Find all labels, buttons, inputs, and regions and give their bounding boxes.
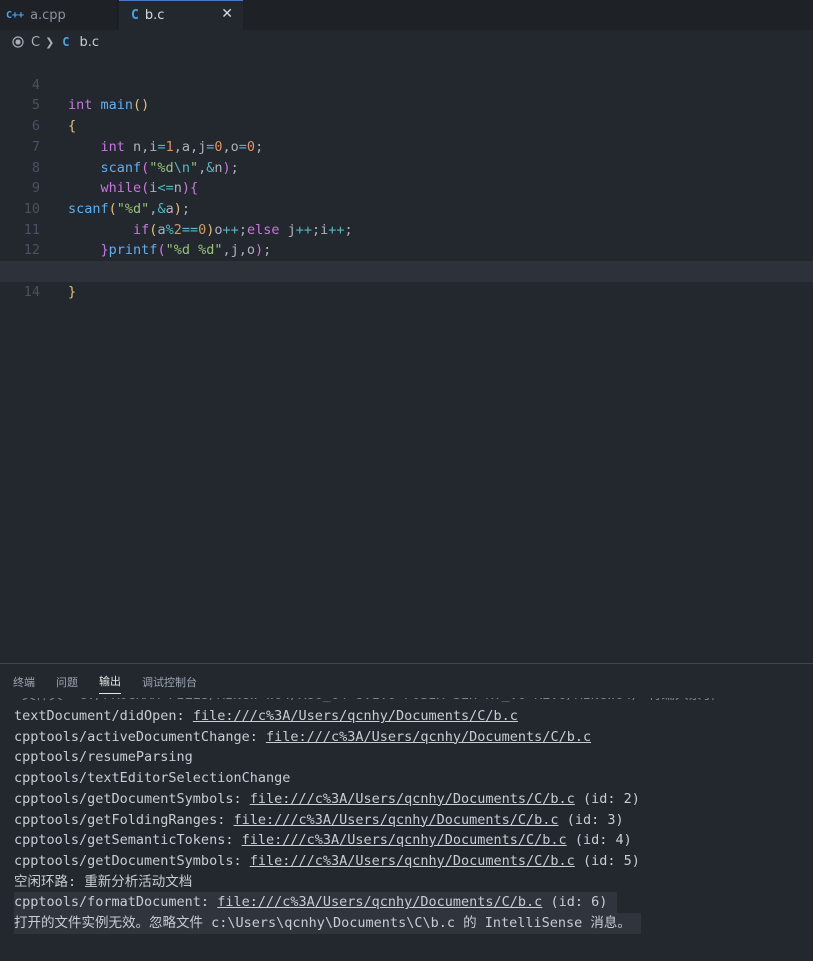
tab-b-c[interactable]: C b.c ✕ xyxy=(119,0,243,30)
code-editor[interactable]: 4 int main() 5 { 6 int n,i=1,a,j=0,o=0; … xyxy=(0,54,813,663)
code-line: 13 } xyxy=(0,240,813,300)
code-line: 8 while(i<=n){ xyxy=(0,137,813,197)
output-line-text: cpptools/activeDocumentChange: xyxy=(14,728,266,745)
line-code: } xyxy=(68,283,77,300)
output-line: cpptools/getDocumentSymbols: file:///c%3… xyxy=(14,789,640,810)
code-line: 4 int main() xyxy=(0,54,813,114)
output-file-link[interactable]: file:///c%3A/Users/qcnhy/Documents/C/b.c xyxy=(266,729,591,745)
line-number: 14 xyxy=(23,283,40,300)
chevron-right-icon: ❯ xyxy=(45,35,55,49)
breadcrumb-file[interactable]: b.c xyxy=(80,35,100,50)
output-line: cpptools/resumeParsing xyxy=(14,747,193,768)
output-line: cpptools/formatDocument: file:///c%3A/Us… xyxy=(14,892,618,914)
output-panel[interactable]: "文件夹" c:/PROGRAM FILES/MINGW-W64/X86_64-… xyxy=(0,698,813,961)
output-file-link[interactable]: file:///c%3A/Users/qcnhy/Documents/C/b.c xyxy=(193,708,518,724)
cpp-file-icon: C++ xyxy=(6,9,25,21)
code-line: 9 scanf("%d",&a); xyxy=(0,158,813,217)
code-line: 7 scanf("%d\n",&n); xyxy=(0,116,813,176)
c-file-icon: C xyxy=(131,8,139,23)
output-line-text: cpptools/resumeParsing xyxy=(14,749,193,766)
tab-output[interactable]: 输出 xyxy=(99,669,121,694)
output-line-text: textDocument/didOpen: xyxy=(14,708,193,724)
tab-problems[interactable]: 问题 xyxy=(56,670,78,694)
output-line: textDocument/didOpen: file:///c%3A/Users… xyxy=(14,706,518,727)
code-line: 12 return 0; xyxy=(0,220,813,279)
output-line-text: 打开的文件实例无效。忽略文件 c:\Users\qcnhy\Documents\… xyxy=(14,915,631,931)
code-line-current: 14 xyxy=(0,261,813,300)
output-line: cpptools/textEditorSelectionChange xyxy=(14,768,290,789)
code-line: 6 int n,i=1,a,j=0,o=0; xyxy=(0,95,813,155)
c-file-icon: C xyxy=(62,35,70,49)
output-line: "文件夹" c:/PROGRAM FILES/MINGW-W64/X86_64-… xyxy=(14,698,715,706)
output-line: cpptools/activeDocumentChange: file:///c… xyxy=(14,727,591,748)
output-line: 打开的文件实例无效。忽略文件 c:\Users\qcnhy\Documents\… xyxy=(14,913,641,934)
output-line-text: cpptools/getDocumentSymbols: xyxy=(14,790,250,807)
tab-debug-console[interactable]: 调试控制台 xyxy=(142,670,197,694)
tab-terminal[interactable]: 终端 xyxy=(13,670,35,694)
output-file-link[interactable]: file:///c%3A/Users/qcnhy/Documents/C/b.c xyxy=(217,894,542,910)
output-file-link[interactable]: file:///c%3A/Users/qcnhy/Documents/C/b.c xyxy=(250,791,575,807)
output-line-text: cpptools/getDocumentSymbols: xyxy=(14,852,250,869)
output-line-suffix: (id: 6) xyxy=(542,894,608,911)
output-line-text: cpptools/textEditorSelectionChange xyxy=(14,770,291,787)
output-line: cpptools/getFoldingRanges: file:///c%3A/… xyxy=(14,810,624,831)
tab-a-cpp[interactable]: C++ a.cpp xyxy=(0,0,118,30)
target-icon xyxy=(12,36,24,48)
output-line-text: cpptools/formatDocument: xyxy=(14,894,218,911)
output-line-text: cpptools/getSemanticTokens: xyxy=(14,832,242,849)
close-icon[interactable]: ✕ xyxy=(221,6,233,22)
tab-label: a.cpp xyxy=(30,7,66,23)
breadcrumb: C ❯ C b.c xyxy=(0,31,813,53)
output-line-suffix: (id: 2) xyxy=(574,790,640,807)
code-line: 11 }printf("%d %d",j,o); xyxy=(0,199,813,259)
output-line: 空闲环路: 重新分析活动文档 xyxy=(14,872,192,893)
code-line: 10 if(a%2==0)o++;else j++;i++; xyxy=(0,178,813,238)
tab-label: b.c xyxy=(144,8,165,23)
output-line-suffix: (id: 4) xyxy=(566,832,632,849)
output-line-suffix: (id: 3) xyxy=(558,811,624,828)
output-line-text: 空闲环路: 重新分析活动文档 xyxy=(14,873,193,890)
output-file-link[interactable]: file:///c%3A/Users/qcnhy/Documents/C/b.c xyxy=(250,853,575,869)
output-file-link[interactable]: file:///c%3A/Users/qcnhy/Documents/C/b.c xyxy=(242,832,567,848)
output-line: cpptools/getDocumentSymbols: file:///c%3… xyxy=(14,851,640,872)
output-file-link[interactable]: file:///c%3A/Users/qcnhy/Documents/C/b.c xyxy=(233,812,558,828)
editor-tab-bar: C++ a.cpp C b.c ✕ xyxy=(0,0,813,30)
breadcrumb-folder[interactable]: C xyxy=(31,35,40,50)
code-line: 5 { xyxy=(0,75,813,134)
output-line: cpptools/getSemanticTokens: file:///c%3A… xyxy=(14,830,632,851)
output-line-suffix: (id: 5) xyxy=(574,852,640,869)
output-line-text: cpptools/getFoldingRanges: xyxy=(14,811,234,828)
panel-tab-bar: 终端 问题 输出 调试控制台 xyxy=(0,663,813,699)
